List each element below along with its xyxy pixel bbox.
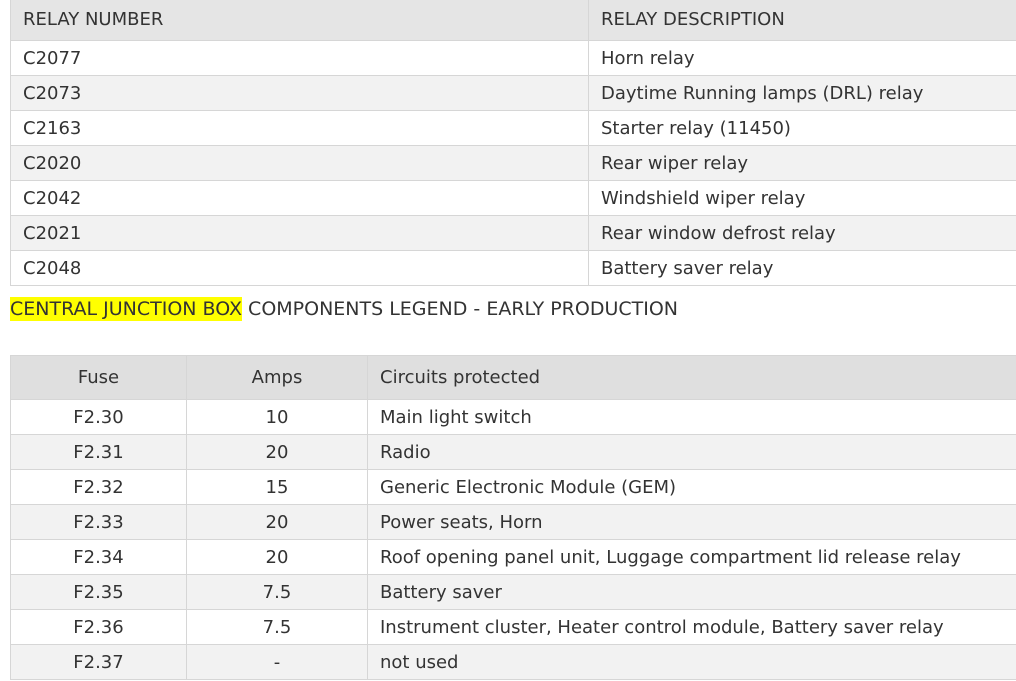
relay-description: Starter relay (11450) [588,110,1016,146]
relay-description: Daytime Running lamps (DRL) relay [588,75,1016,111]
fuse-circuits: Generic Electronic Module (GEM) [367,469,1016,505]
fuse-amps: 20 [186,434,368,470]
fuse-table: Fuse Amps Circuits protected F2.30 10 Ma… [10,355,1016,680]
relay-table-header: RELAY NUMBER RELAY DESCRIPTION [10,0,1016,41]
relay-description: Windshield wiper relay [588,180,1016,216]
table-row: C2021 Rear window defrost relay [10,215,1016,251]
relay-number: C2163 [10,110,589,146]
fuse-circuits: Power seats, Horn [367,504,1016,540]
fuse-circuits: Roof opening panel unit, Luggage compart… [367,539,1016,575]
table-row: F2.36 7.5 Instrument cluster, Heater con… [10,609,1016,645]
relay-description: Battery saver relay [588,250,1016,286]
table-row: F2.33 20 Power seats, Horn [10,504,1016,540]
relay-number: C2073 [10,75,589,111]
circuits-header: Circuits protected [367,355,1016,400]
fuse-circuits: Radio [367,434,1016,470]
relay-number: C2042 [10,180,589,216]
table-row: F2.35 7.5 Battery saver [10,574,1016,610]
fuse-id: F2.36 [10,609,187,645]
fuse-amps: 7.5 [186,574,368,610]
fuse-amps: 10 [186,399,368,435]
table-row: C2163 Starter relay (11450) [10,110,1016,146]
relay-description-header: RELAY DESCRIPTION [588,0,1016,41]
fuse-id: F2.37 [10,644,187,680]
fuse-id: F2.34 [10,539,187,575]
table-row: C2048 Battery saver relay [10,250,1016,286]
fuse-table-header: Fuse Amps Circuits protected [10,355,1016,400]
relay-description: Rear wiper relay [588,145,1016,181]
table-row: F2.30 10 Main light switch [10,399,1016,435]
fuse-circuits: Main light switch [367,399,1016,435]
relay-description: Rear window defrost relay [588,215,1016,251]
table-row: C2077 Horn relay [10,40,1016,76]
relay-number: C2021 [10,215,589,251]
table-row: C2042 Windshield wiper relay [10,180,1016,216]
fuse-id: F2.30 [10,399,187,435]
table-row: C2020 Rear wiper relay [10,145,1016,181]
fuse-circuits: Instrument cluster, Heater control modul… [367,609,1016,645]
fuse-circuits: not used [367,644,1016,680]
fuse-header: Fuse [10,355,187,400]
heading-text: COMPONENTS LEGEND - EARLY PRODUCTION [242,298,679,320]
page: RELAY NUMBER RELAY DESCRIPTION C2077 Hor… [0,0,1016,681]
fuse-amps: 20 [186,504,368,540]
table-row: C2073 Daytime Running lamps (DRL) relay [10,75,1016,111]
relay-number: C2077 [10,40,589,76]
fuse-circuits: Battery saver [367,574,1016,610]
table-row: F2.37 - not used [10,644,1016,680]
fuse-id: F2.35 [10,574,187,610]
section-heading: CENTRAL JUNCTION BOX COMPONENTS LEGEND -… [10,297,679,321]
fuse-id: F2.32 [10,469,187,505]
highlighted-text: CENTRAL JUNCTION BOX [10,297,243,321]
fuse-amps: 15 [186,469,368,505]
relay-description: Horn relay [588,40,1016,76]
relay-table: RELAY NUMBER RELAY DESCRIPTION C2077 Hor… [10,0,1016,286]
amps-header: Amps [186,355,368,400]
table-row: F2.34 20 Roof opening panel unit, Luggag… [10,539,1016,575]
fuse-id: F2.33 [10,504,187,540]
relay-number: C2048 [10,250,589,286]
fuse-amps: 20 [186,539,368,575]
table-row: F2.32 15 Generic Electronic Module (GEM) [10,469,1016,505]
relay-number: C2020 [10,145,589,181]
fuse-id: F2.31 [10,434,187,470]
table-row: F2.31 20 Radio [10,434,1016,470]
relay-number-header: RELAY NUMBER [10,0,589,41]
fuse-amps: 7.5 [186,609,368,645]
fuse-amps: - [186,644,368,680]
